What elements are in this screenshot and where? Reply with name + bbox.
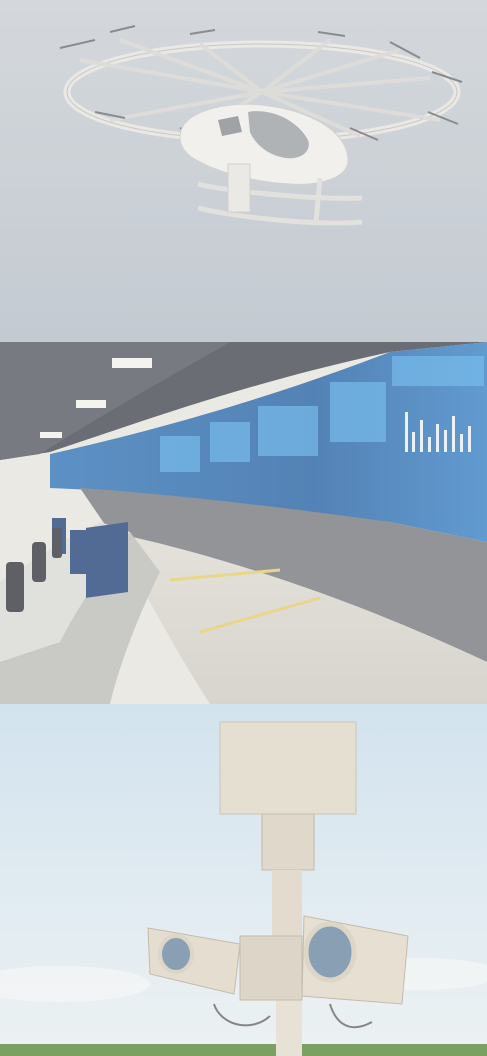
evtol-aircraft-photo [0, 0, 487, 342]
control-room-photo [0, 342, 487, 704]
radar-panel [219, 721, 357, 815]
grass [0, 1044, 487, 1056]
surveillance-tower-photo [0, 704, 487, 1056]
photo-stack [0, 0, 487, 1056]
